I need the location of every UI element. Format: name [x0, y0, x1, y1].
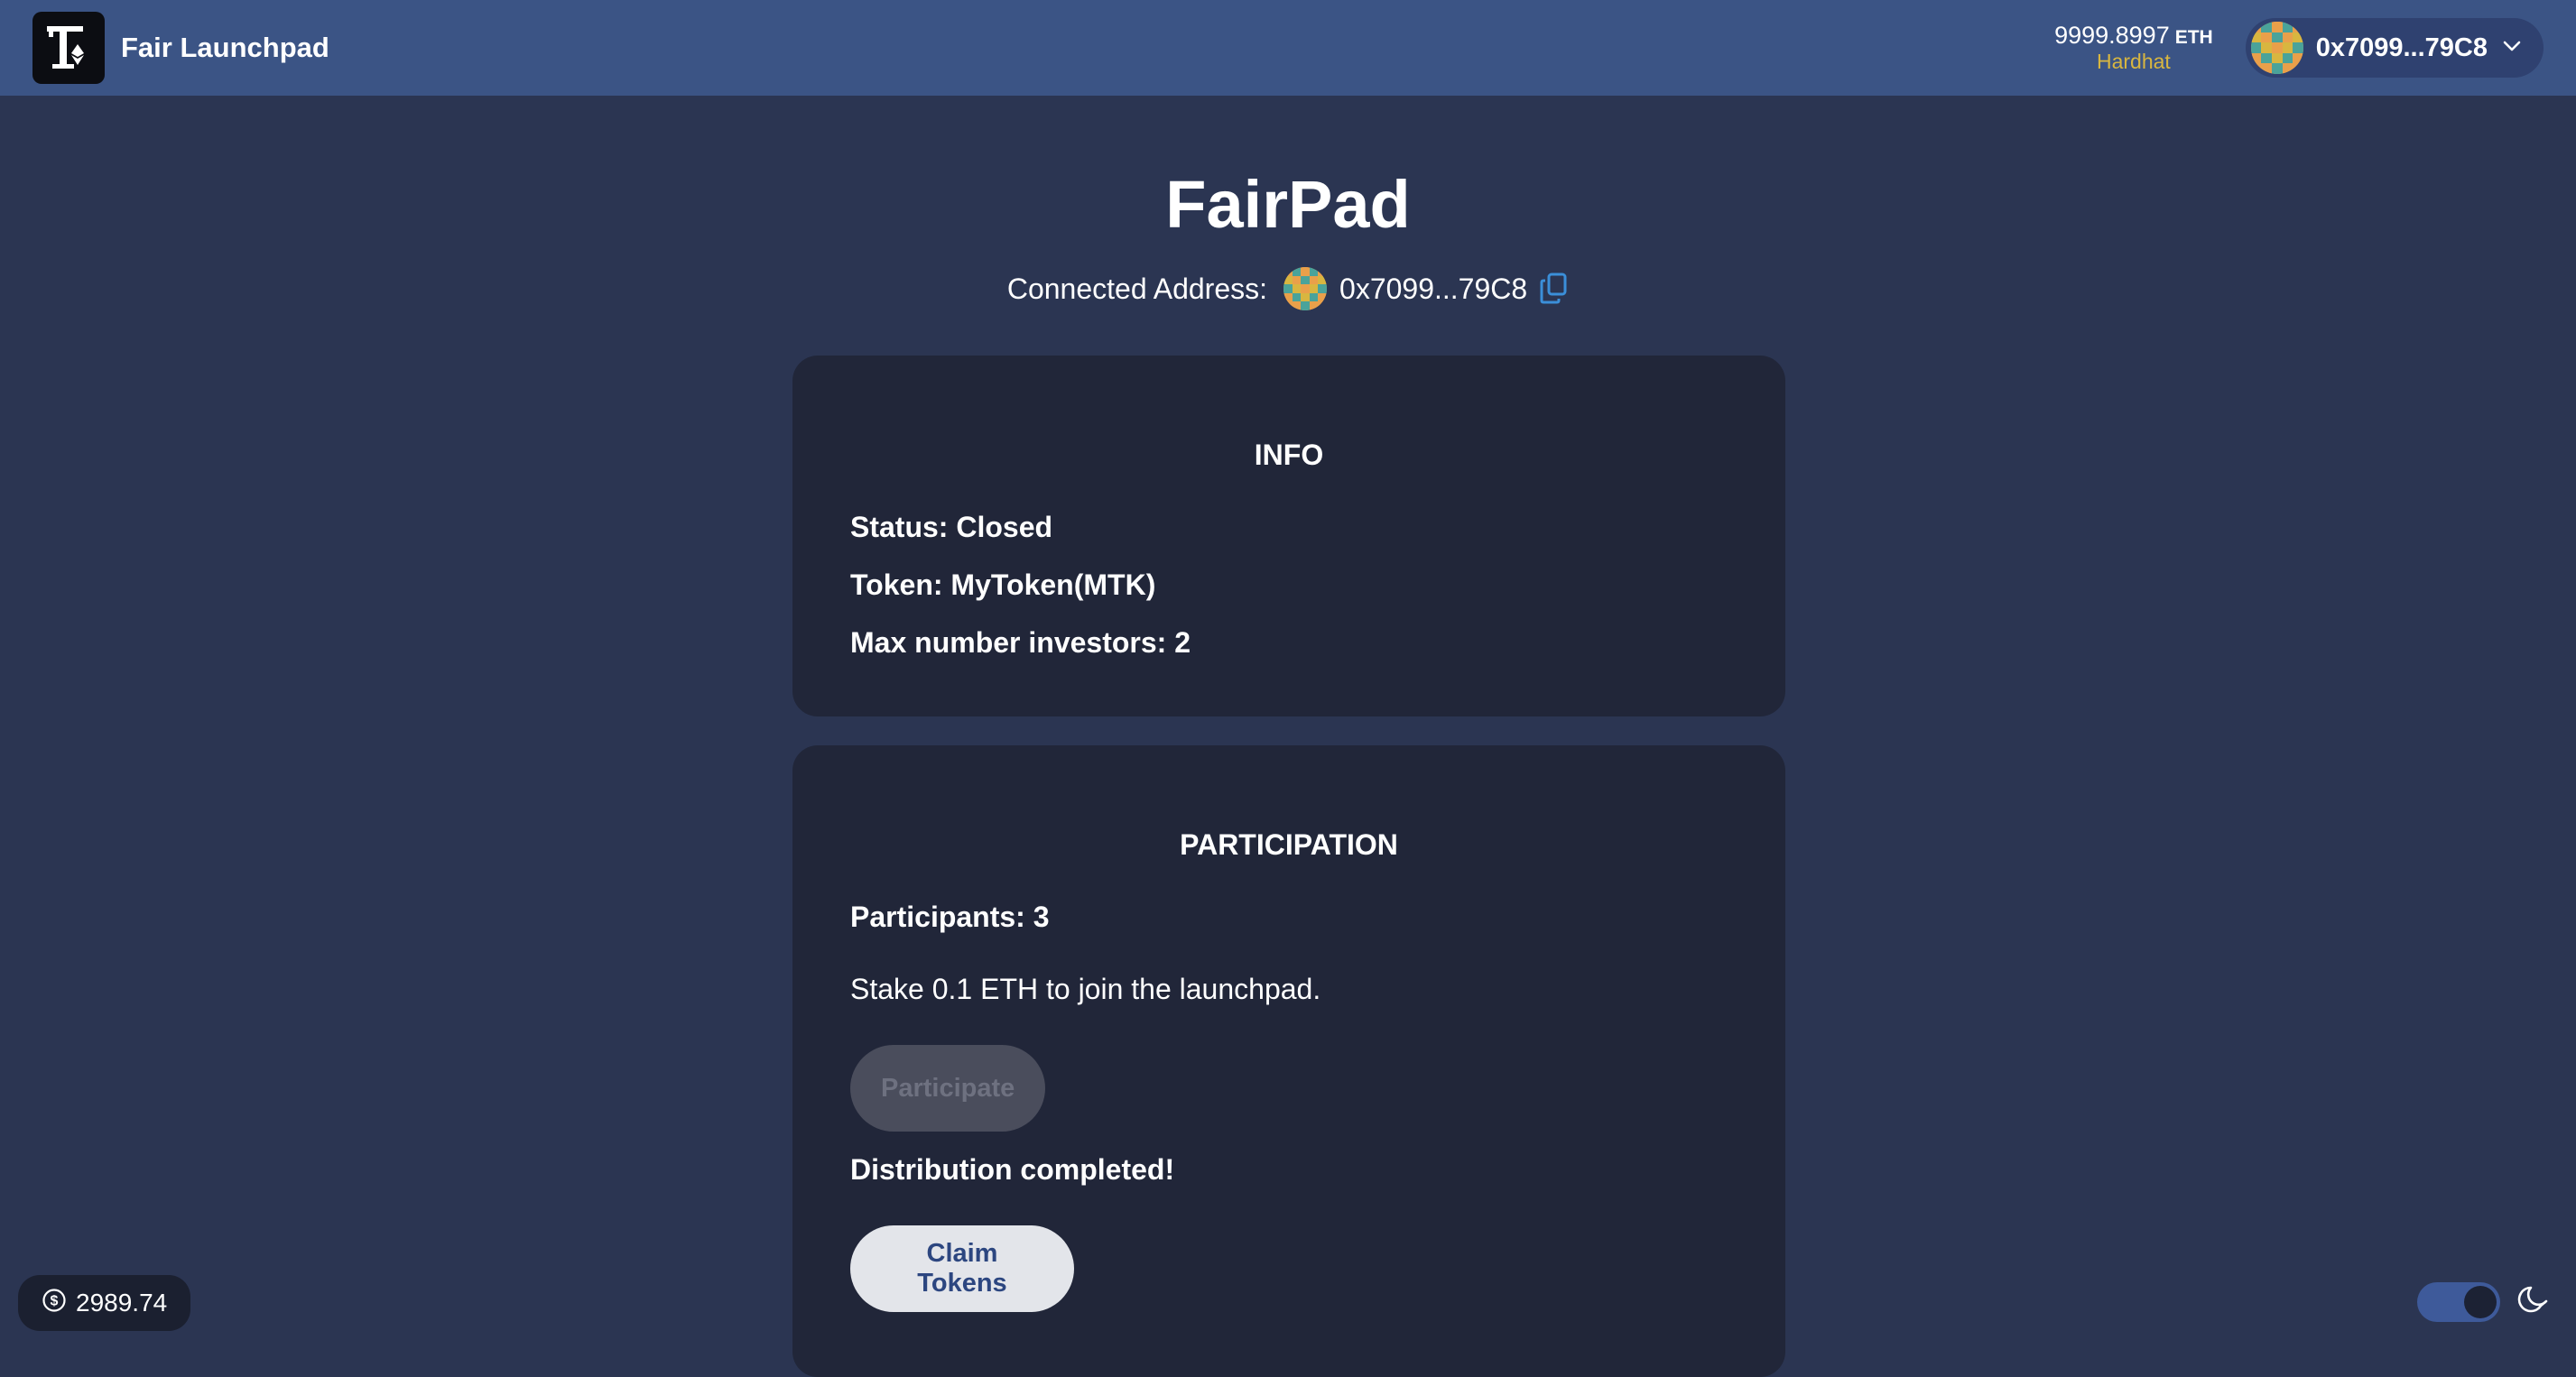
stake-text: Stake 0.1 ETH to join the launchpad. [850, 973, 1321, 1005]
avatar [2250, 22, 2303, 74]
network-name: Hardhat [2096, 50, 2171, 74]
eth-price-value: 2989.74 [76, 1289, 168, 1317]
participants-text: Participants: 3 [850, 901, 1050, 933]
balance-value: 9999.8997 [2054, 22, 2170, 50]
account-address: 0x7099...79C8 [2315, 32, 2488, 62]
eth-price-chip: $ 2989.74 [18, 1275, 191, 1331]
avatar [1283, 267, 1328, 310]
info-heading: INFO [1254, 439, 1324, 471]
top-navbar: Fair Launchpad 9999.8997 ETH Hardhat 0x70… [0, 0, 2576, 96]
participate-button[interactable]: Participate [850, 1045, 1045, 1132]
distribution-status-text: Distribution completed! [850, 1153, 1175, 1186]
wallet-balance: 9999.8997 ETH Hardhat [2054, 22, 2213, 73]
svg-text:$: $ [51, 1293, 59, 1308]
brand-name: Fair Launchpad [121, 32, 329, 63]
copy-icon[interactable] [1540, 273, 1569, 305]
connected-address: 0x7099...79C8 [1339, 272, 1528, 305]
claim-tokens-button[interactable]: Claim Tokens [850, 1225, 1074, 1312]
connected-address-row: Connected Address: 0x7099...79C8 [0, 267, 2576, 310]
dollar-circle-icon: $ [42, 1288, 67, 1319]
chevron-down-icon [2500, 34, 2524, 62]
max-investors-text: Max number investors: 2 [850, 626, 1191, 659]
theme-controls [2417, 1281, 2553, 1322]
participation-heading: PARTICIPATION [1180, 828, 1398, 861]
account-button[interactable]: 0x7099...79C8 [2245, 18, 2544, 78]
status-text: Status: Closed [850, 511, 1053, 543]
info-card: INFO Status: Closed Token: MyToken(MTK) … [792, 356, 1785, 716]
connected-label: Connected Address: [1006, 272, 1268, 305]
token-text: Token: MyToken(MTK) [850, 568, 1156, 601]
toggle-knob [2464, 1285, 2497, 1318]
balance-unit: ETH [2174, 27, 2213, 49]
theme-toggle[interactable] [2417, 1281, 2500, 1322]
brand[interactable]: Fair Launchpad [32, 12, 329, 84]
page-title: FairPad [1165, 167, 1411, 242]
launchpad-logo-icon [32, 12, 105, 84]
participation-card: PARTICIPATION Participants: 3 Stake 0.1 … [792, 745, 1785, 1377]
moon-icon[interactable] [2516, 1281, 2553, 1322]
